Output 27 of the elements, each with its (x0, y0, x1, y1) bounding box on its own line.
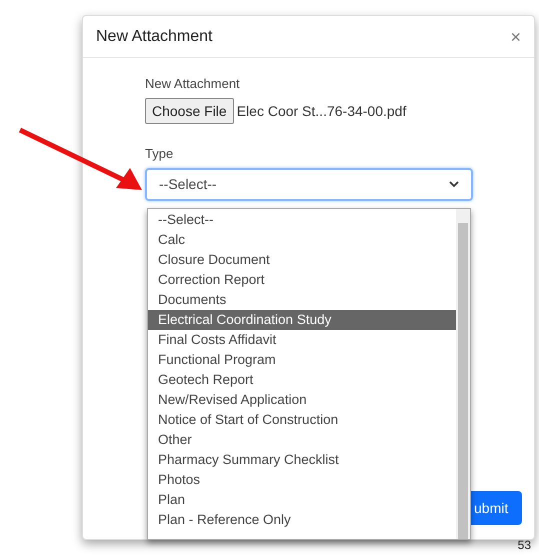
dropdown-option[interactable]: Correction Report (148, 270, 456, 290)
choose-file-button[interactable]: Choose File (145, 98, 234, 124)
dropdown-option[interactable]: Electrical Coordination Study (148, 310, 456, 330)
dropdown-option[interactable]: Geotech Report (148, 370, 456, 390)
page-number: 53 (518, 537, 531, 554)
dropdown-option[interactable]: Plan - Reference Only (148, 510, 456, 530)
file-name: Elec Coor St...76-34-00.pdf (236, 102, 406, 121)
field-label: New Attachment (145, 75, 241, 93)
close-button[interactable]: × (510, 28, 521, 46)
dropdown-option[interactable]: Functional Program (148, 350, 456, 370)
scrollbar[interactable] (456, 209, 470, 539)
dropdown-option[interactable]: Calc (148, 230, 456, 250)
dropdown-option[interactable]: Documents (148, 290, 456, 310)
dropdown-option[interactable]: Closure Document (148, 250, 456, 270)
chevron-down-icon (449, 181, 459, 188)
dropdown-option[interactable]: Plan (148, 490, 456, 510)
submit-button[interactable]: ubmit (471, 491, 522, 525)
dialog-title: New Attachment (96, 26, 212, 46)
dropdown-option[interactable]: Notice of Start of Construction (148, 410, 456, 430)
type-select[interactable]: --Select-- (145, 168, 473, 201)
field-label: Type (145, 145, 174, 163)
dropdown-option[interactable]: Other (148, 430, 456, 450)
dropdown-option[interactable]: Final Costs Affidavit (148, 330, 456, 350)
dropdown-option[interactable]: New/Revised Application (148, 390, 456, 410)
dropdown-option[interactable]: Photos (148, 470, 456, 490)
dropdown-option[interactable]: Pharmacy Summary Checklist (148, 450, 456, 470)
dropdown-option[interactable]: --Select-- (148, 210, 456, 230)
